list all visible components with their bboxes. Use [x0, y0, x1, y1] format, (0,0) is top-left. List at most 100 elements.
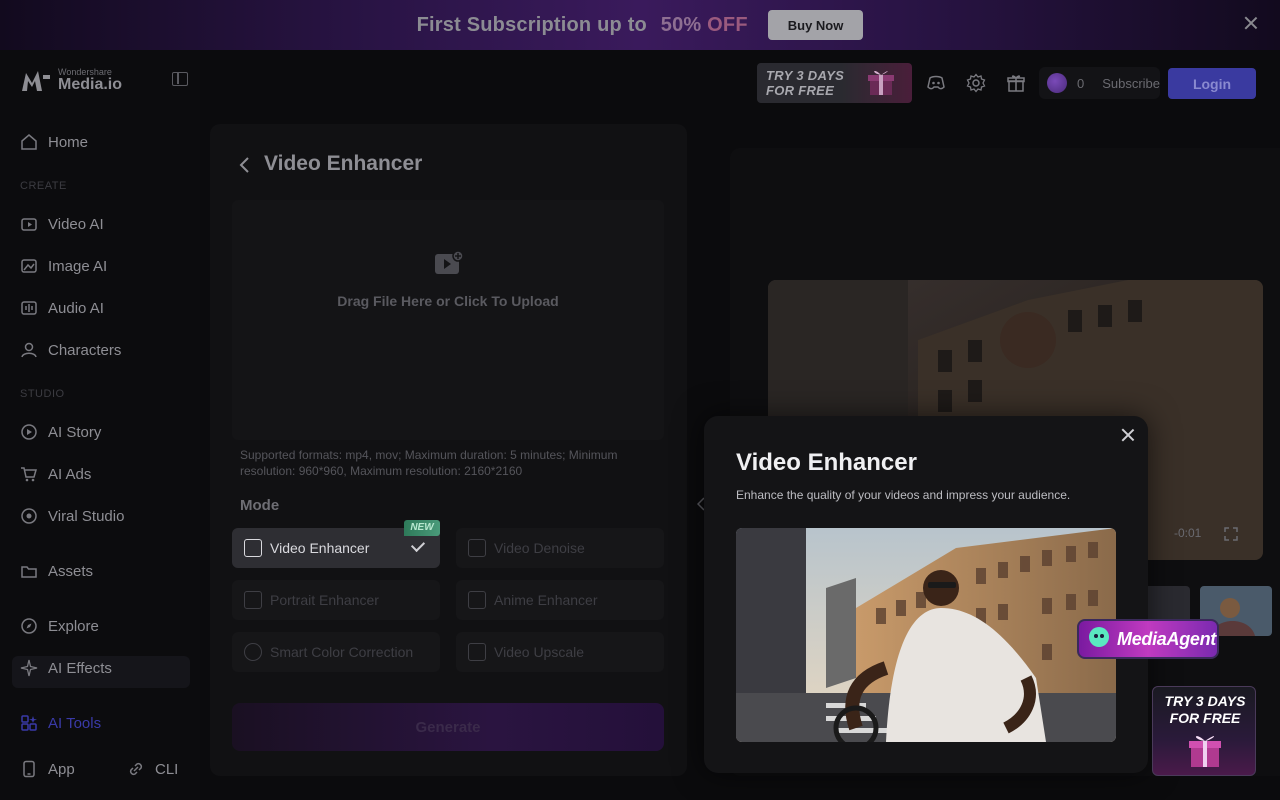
new-badge: NEW [404, 520, 440, 536]
promo-off: OFF [707, 13, 748, 36]
section-create: CREATE [20, 180, 67, 192]
portrait-icon [244, 591, 262, 609]
subscribe-link[interactable]: Subscribe [1102, 76, 1160, 91]
color-icon [244, 643, 262, 661]
sidebar-item-label: Viral Studio [48, 507, 125, 525]
brand-name: Media.io [58, 76, 123, 93]
check-icon [410, 537, 426, 553]
sidebar-item-label: App [48, 760, 75, 778]
try-line1: TRY 3 DAYS [766, 68, 845, 83]
gear-icon[interactable] [966, 73, 986, 93]
mode-label-text: Anime Enhancer [494, 592, 598, 608]
float-try-line1: TRY 3 DAYS [1164, 693, 1246, 709]
sidebar-item-label: Characters [48, 341, 122, 359]
viral-icon [20, 507, 38, 525]
credit-count: 0 [1076, 75, 1085, 91]
sidebar-item-audio-ai[interactable]: Audio AI [20, 296, 104, 320]
credit-coin-icon [1047, 73, 1067, 93]
home-icon [20, 133, 38, 151]
mode-video-denoise[interactable]: Video Denoise [456, 528, 664, 568]
modal-title: Video Enhancer [736, 449, 917, 476]
sidebar-item-app[interactable]: App [20, 757, 75, 781]
mode-video-upscale[interactable]: Video Upscale [456, 632, 664, 672]
sidebar-item-ai-effects[interactable]: AI Effects [20, 656, 112, 680]
mode-smart-color-correction[interactable]: Smart Color Correction [232, 632, 440, 672]
promo-banner: First Subscription up to 50% OFF Buy Now [0, 0, 1280, 50]
mode-anime-enhancer[interactable]: Anime Enhancer [456, 580, 664, 620]
gift-icon [1185, 729, 1225, 774]
float-try-line2: FOR FREE [1169, 710, 1241, 726]
cart-icon [20, 465, 38, 483]
sidebar-item-ai-ads[interactable]: AI Ads [20, 462, 91, 486]
image-icon [20, 257, 38, 275]
link-icon [127, 760, 145, 778]
sidebar-item-label: AI Ads [48, 465, 92, 483]
discord-icon[interactable] [926, 73, 946, 93]
fullscreen-icon[interactable] [1224, 527, 1238, 541]
promo-main-text: First Subscription up to [416, 13, 647, 36]
compass-icon [20, 617, 38, 635]
logo-icon [20, 69, 52, 93]
video-timecode: -0:01 [1174, 526, 1202, 540]
buy-now-button[interactable]: Buy Now [767, 10, 864, 40]
video-icon [20, 215, 38, 233]
media-agent-button[interactable]: MediaAgent [1077, 619, 1219, 659]
sidebar-item-label: AI Tools [48, 714, 102, 732]
login-button[interactable]: Login [1168, 68, 1256, 99]
generate-button[interactable]: Generate [232, 703, 664, 751]
section-studio: STUDIO [20, 388, 65, 400]
hd-icon [468, 643, 486, 661]
mode-label: Mode [240, 497, 280, 514]
promo-text: First Subscription up to 50% OFF [417, 14, 748, 37]
sidebar-item-video-ai[interactable]: Video AI [20, 212, 104, 236]
try-free-float-banner[interactable]: TRY 3 DAYS FOR FREE [1152, 686, 1256, 776]
agent-label: MediaAgent [1117, 628, 1217, 649]
sidebar-item-ai-story[interactable]: AI Story [20, 420, 101, 444]
sidebar-collapse-icon[interactable] [172, 72, 188, 86]
denoise-icon [468, 539, 486, 557]
mode-label-text: Smart Color Correction [270, 644, 414, 660]
sidebar-item-label: Home [48, 133, 89, 151]
sidebar-item-label: CLI [155, 760, 179, 778]
agent-bot-icon [1087, 625, 1111, 654]
sidebar-item-ai-tools[interactable]: AI Tools [20, 711, 101, 735]
sidebar-item-label: Audio AI [48, 299, 104, 317]
audio-icon [20, 299, 38, 317]
sidebar-item-label: Image AI [48, 257, 108, 275]
back-arrow-icon[interactable] [238, 156, 250, 174]
mode-label-text: Video Upscale [494, 644, 585, 660]
sidebar-item-characters[interactable]: Characters [20, 338, 121, 362]
gift-icon [864, 67, 898, 97]
credits-box[interactable]: 0 Subscribe [1039, 67, 1160, 99]
sidebar-item-explore[interactable]: Explore [20, 614, 99, 638]
mode-label-text: Video Denoise [494, 540, 585, 556]
close-icon[interactable] [1122, 429, 1134, 441]
close-icon[interactable] [1244, 16, 1258, 30]
sidebar-item-viral-studio[interactable]: Viral Studio [20, 504, 124, 528]
sidebar-item-cli[interactable]: CLI [127, 757, 178, 781]
brand-logo[interactable]: Wondershare Media.io [20, 68, 122, 93]
user-icon [20, 341, 38, 359]
mode-label-text: Video Enhancer [270, 540, 370, 556]
sidebar-item-label: AI Effects [48, 659, 112, 677]
scan-icon [244, 539, 262, 557]
mode-portrait-enhancer[interactable]: Portrait Enhancer [232, 580, 440, 620]
folder-icon [20, 562, 38, 580]
sidebar-item-assets[interactable]: Assets [20, 559, 93, 583]
sidebar-item-image-ai[interactable]: Image AI [20, 254, 107, 278]
upload-text: Drag File Here or Click To Upload [337, 293, 559, 309]
modal-preview-image [736, 528, 1116, 742]
page-title: Video Enhancer [264, 152, 423, 175]
gift-box-icon[interactable] [1006, 73, 1026, 93]
mode-label-text: Portrait Enhancer [270, 592, 379, 608]
upload-dropzone[interactable] [232, 200, 664, 440]
sidebar-item-label: AI Story [48, 423, 102, 441]
phone-icon [20, 760, 38, 778]
supported-formats: Supported formats: mp4, mov; Maximum dur… [240, 448, 618, 478]
tools-icon [20, 714, 38, 732]
video-upload-icon [434, 250, 464, 276]
modal-description: Enhance the quality of your videos and i… [736, 488, 1071, 502]
try-free-banner[interactable]: TRY 3 DAYS FOR FREE [757, 63, 912, 103]
sparkle-icon [20, 659, 38, 677]
sidebar-item-home[interactable]: Home [20, 130, 88, 154]
